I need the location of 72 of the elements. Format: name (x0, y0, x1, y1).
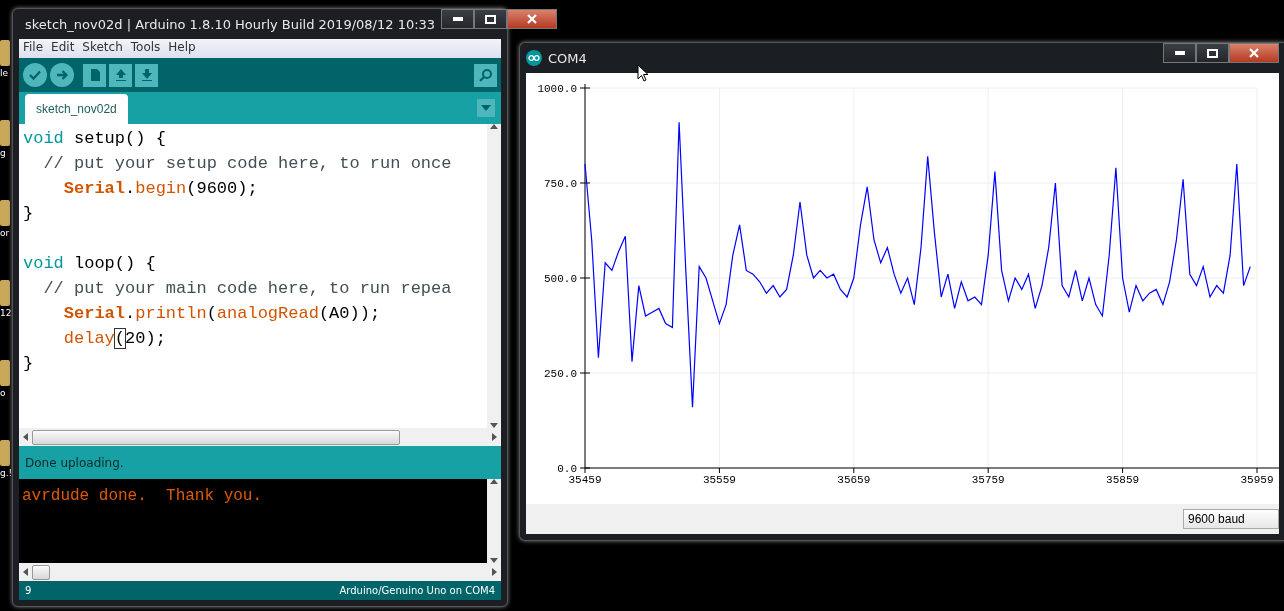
infinity-logo-icon (526, 50, 542, 66)
code-line: void setup() { (23, 128, 167, 150)
minimize-button[interactable] (1163, 43, 1196, 63)
status-message: Done uploading. (25, 455, 124, 470)
close-icon (1249, 48, 1259, 58)
code-line: Serial.println(analogRead(A0)); (62, 303, 382, 325)
y-tick-label: 250.0 (544, 368, 577, 380)
maximize-icon (485, 14, 497, 24)
scrollbar-thumb[interactable] (32, 564, 50, 580)
x-tick-label: 35759 (971, 474, 1005, 486)
scroll-left-icon (23, 568, 28, 576)
horizontal-scrollbar[interactable] (19, 563, 501, 581)
console-text: avrdude done. Thank you. (22, 487, 264, 505)
menu-item[interactable]: Tools (130, 40, 161, 57)
y-tick-label: 750.0 (544, 178, 577, 190)
arrow-right-icon (54, 67, 70, 83)
menu-item[interactable]: File (23, 40, 44, 57)
caret-down-icon (481, 105, 491, 111)
y-tick-label: 0.0 (557, 463, 577, 475)
line-number: 9 (25, 585, 32, 596)
y-tick-label: 1000.0 (537, 83, 577, 95)
x-tick-label: 35559 (702, 474, 736, 486)
menu-item[interactable]: Sketch (82, 40, 123, 57)
window-title: COM4 (548, 50, 587, 66)
desktop-icon-label: 12 (0, 308, 12, 318)
vertical-scrollbar[interactable] (487, 479, 501, 563)
maximize-button[interactable] (1196, 43, 1229, 63)
x-tick-label: 35659 (837, 474, 871, 486)
magnifier-icon (477, 67, 494, 83)
code-line: } (23, 203, 35, 225)
x-tick-label: 35459 (568, 474, 602, 486)
code-line: Serial.begin(9600); (62, 178, 259, 200)
code-editor[interactable]: void setup() { // put your setup code here, to run once Serial.begin(9600); } void loop() { // put your main code here, to run repea Serial.println(analogRead(A0)); delay(20); } (19, 124, 487, 428)
close-button[interactable] (507, 9, 558, 29)
scroll-right-icon (492, 433, 497, 441)
y-tick-label: 500.0 (544, 273, 577, 285)
scrollbar-thumb[interactable] (32, 429, 400, 445)
verify-button[interactable] (23, 63, 47, 87)
desktop-icon-label: le (0, 68, 9, 78)
board-port-label: Arduino/Genuino Uno on COM4 (339, 585, 495, 596)
tab-menu-button[interactable] (477, 99, 495, 117)
minimize-button[interactable] (441, 9, 475, 29)
maximize-icon (1207, 48, 1218, 58)
desktop-icon-label: o (0, 388, 6, 398)
x-tick-label: 35959 (1240, 474, 1274, 486)
desktop-icon-label: or (0, 228, 10, 238)
vertical-scrollbar[interactable] (487, 124, 501, 428)
x-tick-label: 35859 (1106, 474, 1140, 486)
maximize-button[interactable] (474, 9, 508, 29)
minimize-icon (452, 17, 463, 21)
new-button[interactable] (83, 63, 106, 87)
scroll-left-icon (23, 433, 28, 441)
upload-button[interactable] (50, 63, 74, 87)
scroll-right-icon (492, 568, 497, 576)
close-button[interactable] (1229, 43, 1279, 63)
code-line: // put your main code here, to run repea (42, 278, 453, 300)
open-button[interactable] (109, 63, 132, 87)
desktop-icon-label: g.! (0, 468, 13, 478)
baud-rate-dropdown[interactable]: 9600 baud (1183, 509, 1279, 529)
minimize-icon (1174, 51, 1185, 55)
code-line: delay(20); (62, 328, 167, 350)
desktop-icon-label: g (0, 148, 6, 158)
serial-monitor-button[interactable] (474, 63, 497, 87)
code-line: // put your setup code here, to run once (42, 153, 453, 175)
window-title: sketch_nov02d | Arduino 1.8.10 Hourly Build 2019/08/12 10:33 (25, 16, 436, 32)
close-icon (527, 14, 538, 24)
code-line: } (23, 353, 35, 375)
menu-item[interactable]: Edit (51, 40, 75, 57)
sketch-tab[interactable]: sketch_nov02d (25, 94, 128, 124)
menu-item[interactable]: Help (168, 40, 196, 57)
save-button[interactable] (135, 63, 158, 87)
horizontal-scrollbar[interactable] (19, 428, 501, 446)
